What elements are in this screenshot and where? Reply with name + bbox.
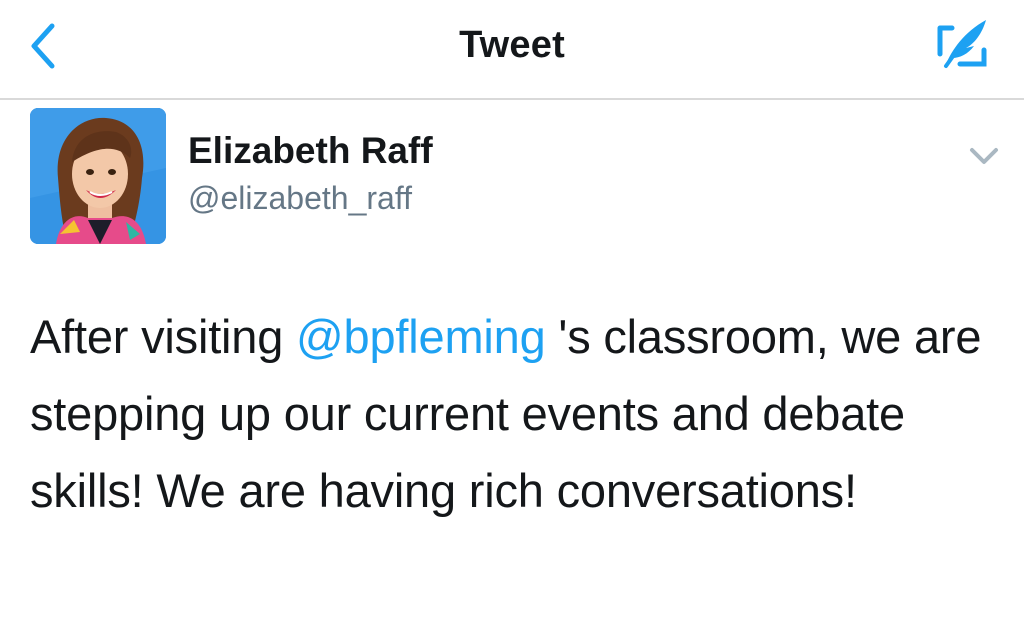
- tweet-options-button[interactable]: [964, 140, 1004, 172]
- profile-photo: [30, 108, 166, 244]
- avatar[interactable]: [30, 108, 166, 244]
- compose-tweet-icon: [937, 20, 987, 68]
- author-handle[interactable]: @elizabeth_raff: [188, 180, 412, 217]
- author-name[interactable]: Elizabeth Raff: [188, 130, 433, 172]
- page-title: Tweet: [459, 24, 565, 66]
- mention-link[interactable]: @bpfleming: [296, 310, 546, 363]
- tweet-text: After visiting @bpfleming 's classroom, …: [30, 298, 1010, 529]
- tweet-text-before-mention: After visiting: [30, 310, 297, 363]
- compose-tweet-button[interactable]: [930, 14, 994, 78]
- navigation-bar: Tweet: [0, 0, 1024, 100]
- chevron-down-icon: [970, 148, 998, 164]
